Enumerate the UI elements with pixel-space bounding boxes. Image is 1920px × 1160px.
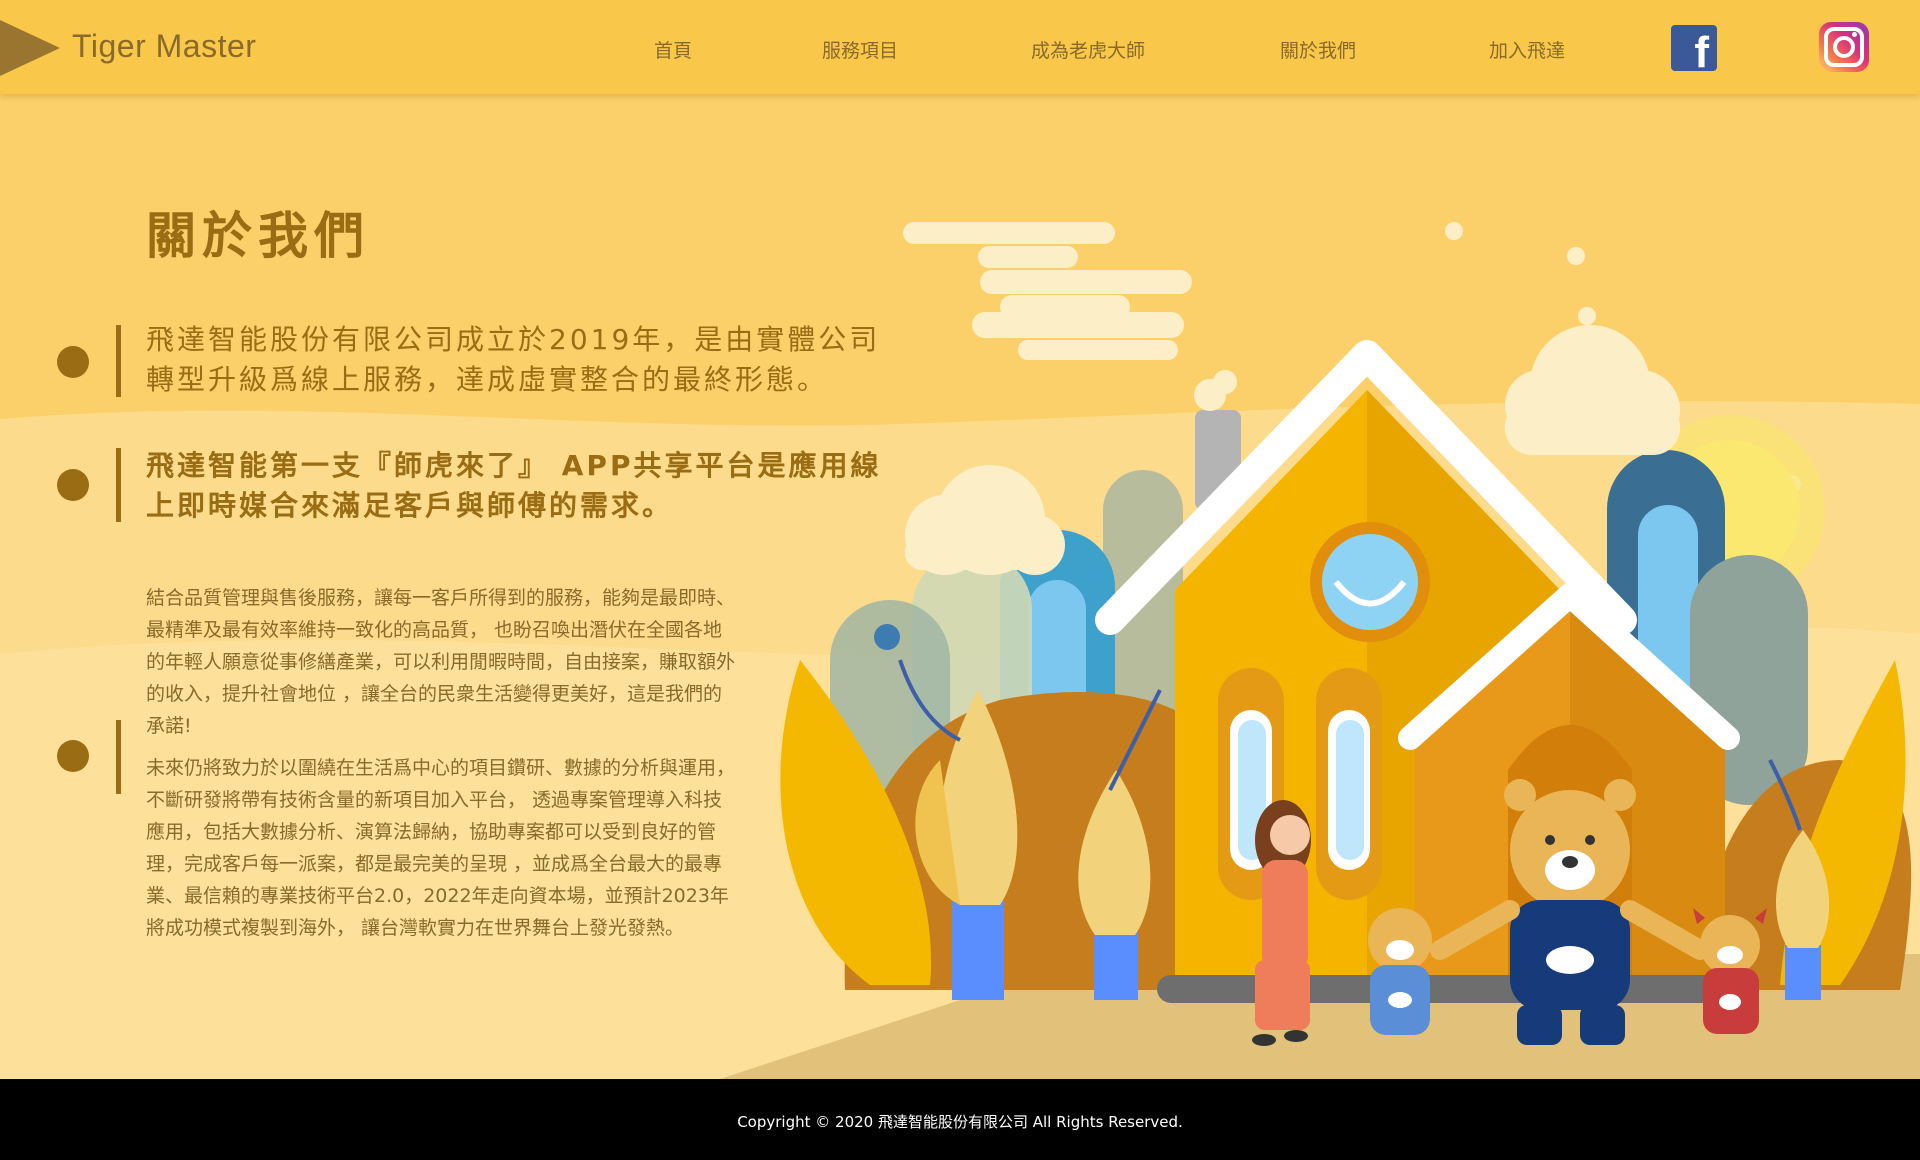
nav-services[interactable]: 服務項目 [822, 36, 898, 63]
page-footer: Copyright © 2020 飛達智能股份有限公司 All Rights R… [0, 1079, 1920, 1160]
top-navigation-bar: Tiger Master 首頁 服務項目 成為老虎大師 關於我們 加入飛達 f [0, 0, 1920, 94]
page-title: 關於我們 [146, 207, 370, 265]
mission-paragraph: 結合品質管理與售後服務，讓每一客戶所得到的服務，能夠是最即時、最精準及最有效率維… [146, 587, 736, 737]
accent-bar [116, 325, 121, 397]
bullet-dot [57, 469, 89, 501]
brand-logo[interactable]: Tiger Master [72, 28, 256, 65]
nav-about-us[interactable]: 關於我們 [1280, 36, 1356, 63]
nav-become-master[interactable]: 成為老虎大師 [1031, 36, 1145, 63]
bullet-dot [57, 346, 89, 378]
copyright-text: Copyright © 2020 飛達智能股份有限公司 All Rights R… [737, 1113, 1183, 1131]
accent-bar [116, 448, 121, 522]
facebook-icon[interactable]: f [1671, 25, 1717, 75]
house-tigers-illustration [780, 222, 1912, 1046]
vision-paragraph: 未來仍將致力於以圍繞在生活爲中心的項目鑽研、數據的分析與運用，不斷研發將帶有技術… [146, 757, 736, 939]
instagram-icon[interactable] [1819, 22, 1869, 72]
nav-join[interactable]: 加入飛達 [1489, 36, 1565, 63]
accent-bar [116, 720, 121, 794]
logo-triangle-icon [0, 20, 60, 76]
bullet-dot [57, 740, 89, 772]
nav-home[interactable]: 首頁 [654, 36, 692, 63]
